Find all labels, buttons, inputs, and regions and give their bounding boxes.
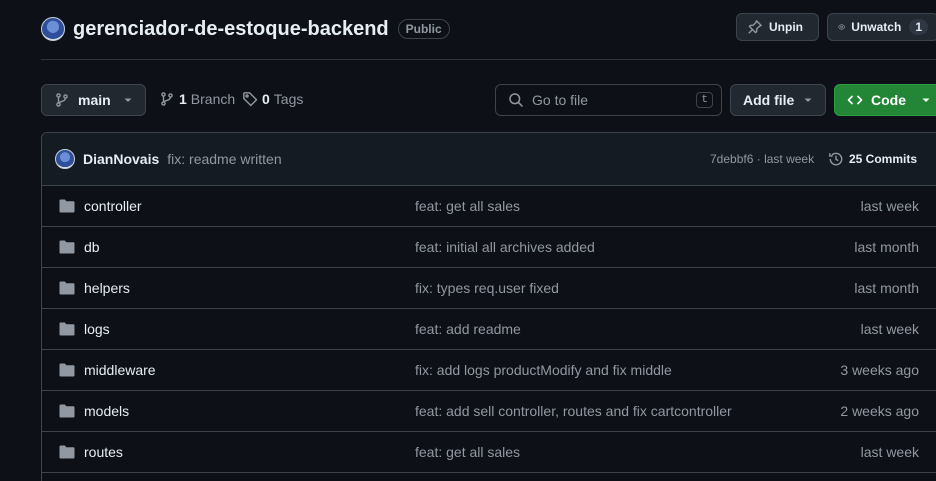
file-row[interactable]: controller feat: get all sales last week — [42, 186, 936, 227]
code-icon — [847, 95, 863, 105]
tag-count: 0 — [262, 91, 270, 107]
go-to-file-search[interactable]: t — [495, 84, 722, 116]
commits-history-link[interactable]: 25 Commits — [828, 151, 917, 167]
unpin-label: Unpin — [769, 20, 803, 34]
file-commit-date: last month — [854, 239, 919, 255]
branches-link[interactable]: 1 Branch — [159, 91, 235, 107]
file-commit-message[interactable]: fix: types req.user fixed — [415, 280, 559, 296]
caret-down-icon — [922, 98, 930, 102]
tag-icon — [243, 92, 258, 107]
folder-icon — [59, 363, 75, 377]
file-row[interactable]: db feat: initial all archives added last… — [42, 227, 936, 268]
commit-separator: · — [753, 152, 765, 166]
file-name[interactable]: logs — [84, 321, 110, 337]
file-row[interactable]: helpers fix: types req.user fixed last m… — [42, 268, 936, 309]
commit-message[interactable]: fix: readme written — [167, 151, 281, 167]
file-commit-date: last month — [854, 280, 919, 296]
branch-name: main — [78, 92, 111, 108]
caret-down-icon — [804, 98, 812, 102]
visibility-badge: Public — [397, 19, 450, 39]
file-commit-date: last week — [860, 321, 919, 337]
code-label: Code — [871, 92, 906, 108]
search-icon — [509, 93, 524, 108]
file-list: DianNovais fix: readme written 7debbf6 ·… — [41, 132, 936, 481]
folder-icon — [59, 240, 75, 254]
keyboard-shortcut-hint: t — [696, 92, 713, 108]
tags-link[interactable]: 0 Tags — [242, 91, 303, 107]
repo-name[interactable]: gerenciador-de-estoque-backend — [73, 18, 389, 41]
file-commit-message[interactable]: feat: initial all archives added — [415, 239, 595, 255]
watch-counter: 1 — [909, 19, 928, 35]
file-commit-date: last week — [860, 444, 919, 460]
search-input[interactable] — [532, 92, 697, 108]
file-name[interactable]: models — [84, 403, 129, 419]
folder-icon — [59, 322, 75, 336]
owner-avatar[interactable] — [41, 17, 65, 41]
folder-icon — [59, 404, 75, 418]
commit-hash[interactable]: 7debbf6 — [710, 152, 753, 166]
file-commit-date: last week — [860, 198, 919, 214]
commit-time: last week — [764, 152, 815, 166]
author-avatar[interactable] — [55, 149, 75, 169]
file-commit-message[interactable]: fix: add logs productModify and fix midd… — [415, 362, 672, 378]
file-name[interactable]: helpers — [84, 280, 130, 296]
add-file-label: Add file — [743, 92, 795, 108]
unwatch-button[interactable]: Unwatch 1 — [827, 13, 936, 41]
code-button[interactable]: Code — [834, 84, 936, 116]
unpin-button[interactable]: Unpin — [736, 13, 819, 41]
header-divider — [41, 59, 936, 60]
file-name[interactable]: middleware — [84, 362, 156, 378]
file-name[interactable]: controller — [84, 198, 142, 214]
git-branch-icon — [56, 93, 68, 107]
latest-commit-bar: DianNovais fix: readme written 7debbf6 ·… — [42, 133, 936, 186]
pin-icon — [748, 20, 762, 34]
commit-meta: 7debbf6 · last week — [710, 152, 814, 166]
unwatch-label: Unwatch — [851, 20, 902, 34]
file-commit-message[interactable]: feat: add sell controller, routes and fi… — [415, 403, 732, 419]
file-row[interactable]: logs feat: add readme last week — [42, 309, 936, 350]
commit-author[interactable]: DianNovais — [83, 151, 159, 167]
file-commit-message[interactable]: feat: get all sales — [415, 198, 520, 214]
file-rows: controller feat: get all sales last week… — [42, 186, 936, 473]
add-file-button[interactable]: Add file — [730, 84, 826, 116]
branch-count: 1 — [179, 91, 187, 107]
file-row[interactable]: routes feat: get all sales last week — [42, 432, 936, 473]
file-commit-message[interactable]: feat: get all sales — [415, 444, 520, 460]
git-branch-icon — [161, 92, 173, 106]
file-commit-message[interactable]: feat: add readme — [415, 321, 521, 337]
tag-label: Tags — [273, 91, 304, 107]
file-name[interactable]: routes — [84, 444, 123, 460]
history-icon — [829, 152, 843, 166]
file-row[interactable]: middleware fix: add logs productModify a… — [42, 350, 936, 391]
folder-icon — [59, 281, 75, 295]
file-row[interactable]: models feat: add sell controller, routes… — [42, 391, 936, 432]
file-commit-date: 2 weeks ago — [840, 403, 919, 419]
eye-icon — [838, 24, 846, 30]
folder-icon — [59, 199, 75, 213]
file-name[interactable]: db — [84, 239, 100, 255]
repo-header: gerenciador-de-estoque-backend Public — [41, 13, 450, 45]
file-commit-date: 3 weeks ago — [840, 362, 919, 378]
folder-icon — [59, 445, 75, 459]
branch-label: Branch — [190, 91, 236, 107]
caret-down-icon — [124, 98, 132, 102]
commits-count: 25 Commits — [849, 152, 918, 166]
branch-selector[interactable]: main — [41, 84, 146, 116]
